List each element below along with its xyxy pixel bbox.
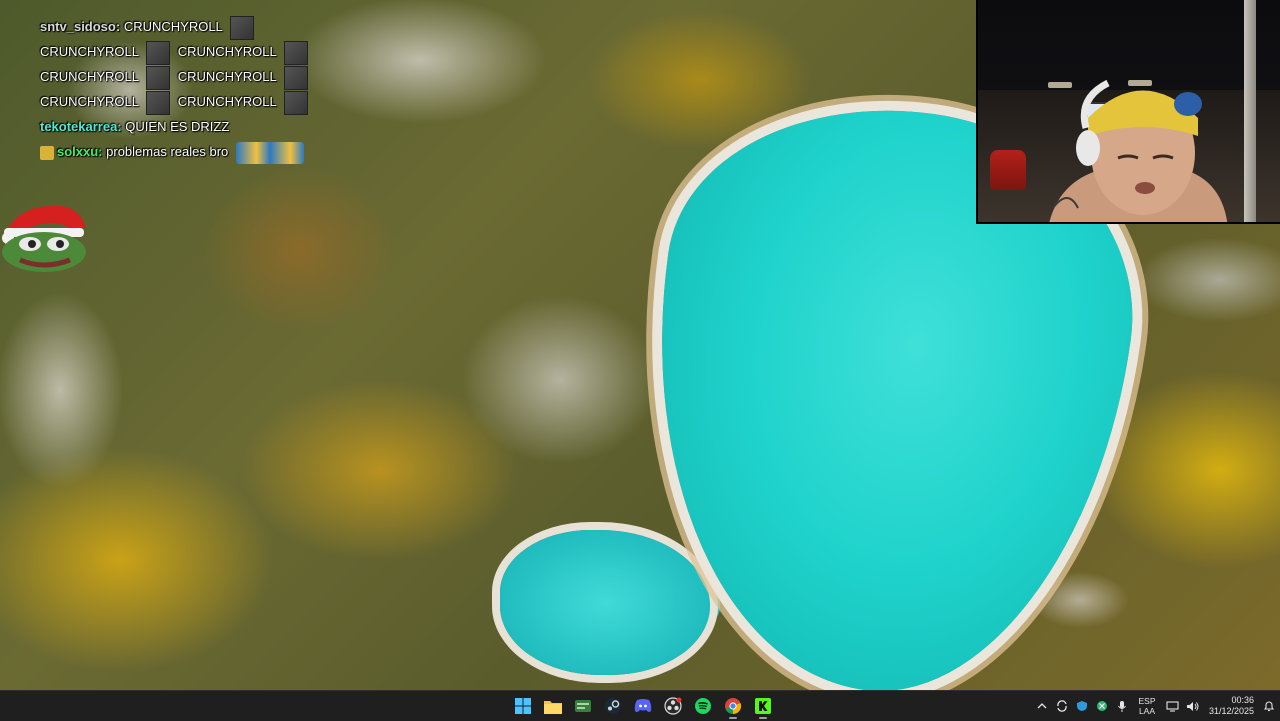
obs-button[interactable] (660, 693, 686, 719)
spotify-icon (695, 698, 711, 714)
chrome-button[interactable] (720, 693, 746, 719)
chat-username[interactable]: sntv_sidoso: (40, 19, 120, 34)
system-tray: ESP LAA 00:36 31/12/2025 (1032, 691, 1280, 721)
clock[interactable]: 00:36 31/12/2025 (1202, 695, 1258, 717)
sync-icon[interactable] (1052, 691, 1072, 721)
chat-text: CRUNCHYROLL (40, 94, 139, 109)
clock-date: 31/12/2025 (1208, 706, 1254, 716)
emote-icon (283, 65, 308, 90)
chat-message: solxxu: problemas reales bro (40, 139, 370, 164)
pepe-santa-emote-icon (2, 205, 86, 272)
discord-button[interactable] (630, 693, 656, 719)
discord-icon (634, 699, 652, 712)
emote-icon (146, 65, 171, 90)
folder-icon (544, 700, 562, 714)
language-code: ESP (1138, 696, 1156, 706)
volume-speaker-icon[interactable] (1182, 691, 1202, 721)
steam-button[interactable] (600, 693, 626, 719)
small-lake (500, 530, 710, 675)
chat-text: CRUNCHYROLL (123, 19, 223, 34)
chat-message: CRUNCHYROLL CRUNCHYROLL (40, 64, 370, 90)
clock-time: 00:36 (1231, 695, 1254, 705)
xbox-icon[interactable] (1092, 691, 1112, 721)
chat-line-partial (40, 0, 370, 14)
taskbar: ESP LAA 00:36 31/12/2025 (0, 690, 1280, 721)
chat-message: CRUNCHYROLL CRUNCHYROLL (40, 39, 370, 65)
kick-icon (755, 698, 771, 714)
taskbar-apps (510, 691, 776, 721)
chat-username[interactable]: tekotekarrea: (40, 119, 122, 134)
notifications-bell-icon[interactable] (1258, 691, 1280, 721)
stream-chat-overlay: sntv_sidoso: CRUNCHYROLL CRUNCHYROLL CRU… (40, 0, 370, 164)
chat-username[interactable]: solxxu: (57, 144, 103, 159)
emote-icon (283, 40, 308, 65)
emote-icon (146, 40, 171, 65)
emote-icon (235, 141, 304, 164)
keyboard-layout: LAA (1138, 706, 1156, 716)
cam-background-pillar (1244, 0, 1256, 222)
steam-icon (605, 698, 621, 714)
chat-text: CRUNCHYROLL (177, 69, 277, 84)
security-shield-icon[interactable] (1072, 691, 1092, 721)
microphone-icon[interactable] (1112, 691, 1132, 721)
chrome-icon (725, 698, 742, 715)
streamer-avatar (1049, 79, 1228, 222)
show-hidden-icons-chevron-up-icon[interactable] (1032, 691, 1052, 721)
obs-icon (664, 697, 682, 715)
kick-button[interactable] (750, 693, 776, 719)
emote-icon (283, 90, 308, 115)
cam-background-bag (990, 150, 1026, 190)
webcam-overlay (976, 0, 1280, 224)
chat-text: CRUNCHYROLL (177, 94, 277, 109)
chat-text: CRUNCHYROLL (40, 44, 139, 59)
start-button[interactable] (510, 693, 536, 719)
chat-text: CRUNCHYROLL (40, 69, 139, 84)
spotify-button[interactable] (690, 693, 716, 719)
network-monitor-icon[interactable] (1162, 691, 1182, 721)
input-language-indicator[interactable]: ESP LAA (1132, 696, 1162, 716)
chat-message: tekotekarrea: QUIEN ES DRIZZ (40, 114, 370, 139)
game-launcher-button[interactable] (570, 693, 596, 719)
chat-text: CRUNCHYROLL (177, 44, 277, 59)
emote-icon (146, 90, 171, 115)
chat-message: CRUNCHYROLL CRUNCHYROLL (40, 89, 370, 115)
subscriber-badge-icon (40, 145, 54, 160)
emote-icon (229, 15, 254, 40)
windows-logo-icon (515, 698, 531, 714)
launcher-icon (575, 700, 591, 712)
chat-text: problemas reales bro (106, 144, 229, 159)
chat-message: sntv_sidoso: CRUNCHYROLL (40, 14, 370, 40)
chat-text: QUIEN ES DRIZZ (125, 119, 230, 134)
file-explorer-button[interactable] (540, 693, 566, 719)
